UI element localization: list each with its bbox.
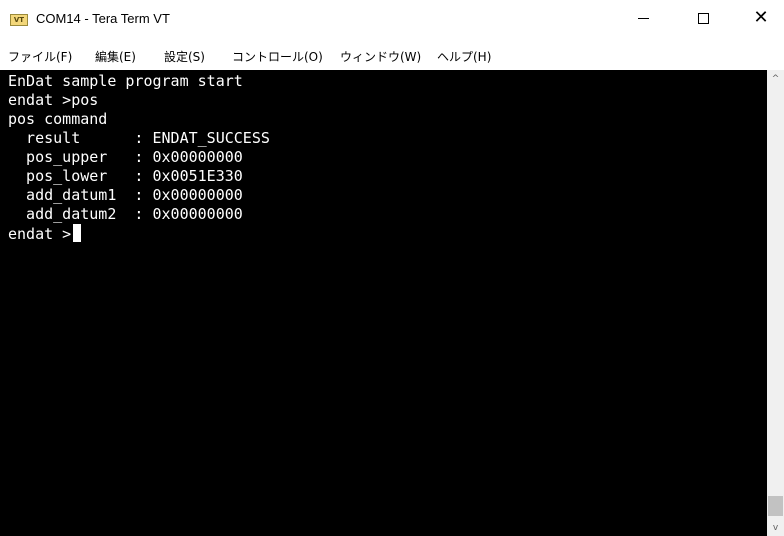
terminal-line: add_datum1 : 0x00000000	[8, 186, 243, 204]
menu-help[interactable]: ヘルプ(H)	[437, 48, 491, 65]
text-cursor	[73, 224, 82, 242]
terminal-line: pos command	[8, 110, 108, 128]
close-button[interactable]: ✕	[738, 0, 784, 36]
scrollbar-thumb[interactable]	[768, 496, 783, 516]
minimize-button[interactable]	[620, 0, 666, 36]
terminal-line: result : ENDAT_SUCCESS	[8, 129, 270, 147]
terminal-line: pos_upper : 0x00000000	[8, 148, 243, 166]
window-title: COM14 - Tera Term VT	[36, 11, 170, 26]
menu-bar: ファイル(F) 編集(E) 設定(S) コントロール(O) ウィンドウ(W) ヘ…	[0, 40, 784, 70]
menu-edit[interactable]: 編集(E)	[95, 48, 136, 65]
menu-setup[interactable]: 設定(S)	[164, 48, 205, 65]
tera-term-app-icon[interactable]: VT	[10, 14, 28, 26]
maximize-button[interactable]	[680, 0, 726, 36]
terminal-prompt-line: endat >	[8, 224, 82, 244]
terminal-area[interactable]: EnDat sample program start endat >pos po…	[0, 70, 767, 536]
title-bar[interactable]: VT COM14 - Tera Term VT ✕	[0, 0, 784, 40]
terminal-line: endat >pos	[8, 91, 99, 109]
scroll-up-arrow-icon[interactable]: ^	[767, 70, 784, 87]
close-icon: ✕	[753, 7, 769, 28]
terminal-line: add_datum2 : 0x00000000	[8, 205, 243, 223]
menu-control[interactable]: コントロール(O)	[232, 48, 323, 65]
maximize-icon	[697, 12, 709, 24]
vertical-scrollbar[interactable]: ^ v	[767, 70, 784, 536]
menu-window[interactable]: ウィンドウ(W)	[340, 48, 421, 65]
tera-term-window: VT COM14 - Tera Term VT ✕ ファイル(F) 編集(E) …	[0, 0, 784, 536]
terminal-line: EnDat sample program start	[8, 72, 243, 90]
terminal-prompt: endat >	[8, 225, 72, 243]
terminal-line: pos_lower : 0x0051E330	[8, 167, 243, 185]
menu-file[interactable]: ファイル(F)	[8, 48, 72, 65]
scroll-down-arrow-icon[interactable]: v	[767, 519, 784, 536]
minimize-icon	[637, 17, 649, 19]
